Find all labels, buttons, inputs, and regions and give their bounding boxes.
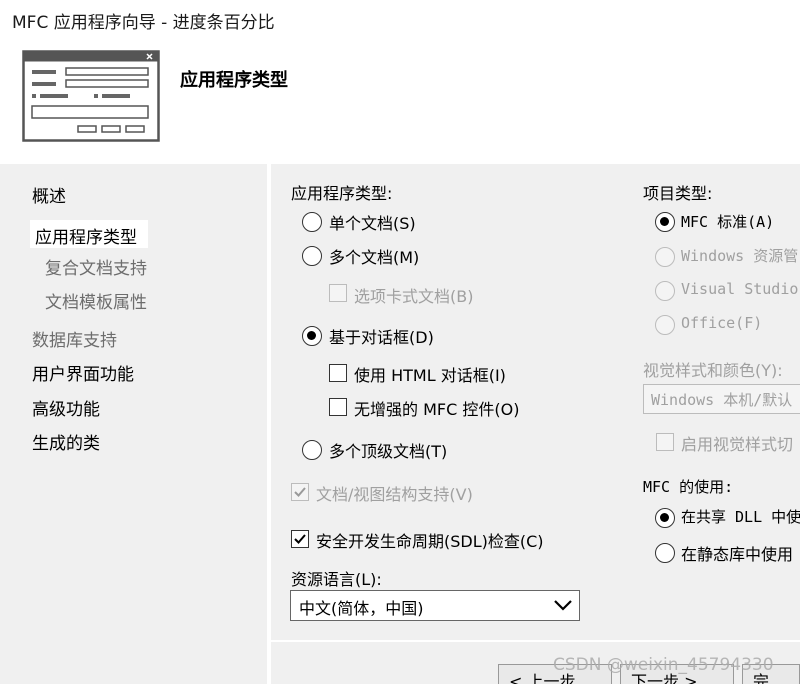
use-html-dialog-checkbox[interactable] (329, 364, 347, 382)
watermark: CSDN @weixin_45794330 (553, 655, 774, 675)
doc-view-checkbox[interactable] (291, 483, 309, 501)
app-type-label: 应用程序类型: (291, 184, 393, 203)
multi-top-level-radio[interactable] (302, 440, 322, 460)
windows-explorer-radio[interactable] (655, 247, 675, 267)
dialog-based-radio[interactable] (302, 326, 322, 346)
no-enhanced-mfc-label[interactable]: 无增强的 MFC 控件(O) (354, 396, 519, 420)
tabbed-docs-label[interactable]: 选项卡式文档(B) (354, 283, 473, 307)
mfc-use-label: MFC 的使用: (643, 478, 734, 496)
nav-item-advanced[interactable]: 高级功能 (32, 395, 100, 420)
single-doc-label[interactable]: 单个文档(S) (329, 210, 416, 234)
dialog-based-label[interactable]: 基于对话框(D) (329, 324, 434, 348)
multi-top-level-label[interactable]: 多个顶级文档(T) (329, 438, 447, 462)
single-doc-radio[interactable] (302, 212, 322, 232)
visual-studio-radio[interactable] (655, 281, 675, 301)
sdl-label[interactable]: 安全开发生命周期(SDL)检查(C) (316, 528, 544, 552)
sdl-checkbox[interactable] (291, 530, 309, 548)
mfc-standard-label[interactable]: MFC 标准(A) (681, 211, 774, 232)
use-html-dialog-label[interactable]: 使用 HTML 对话框(I) (354, 362, 506, 386)
nav-item-ui-features[interactable]: 用户界面功能 (32, 360, 134, 385)
windows-explorer-label[interactable]: Windows 资源管 (681, 245, 798, 266)
nav-item-database[interactable]: 数据库支持 (32, 326, 117, 351)
footer-separator (271, 640, 800, 642)
multi-doc-label[interactable]: 多个文档(M) (329, 244, 419, 268)
nav-item-compound-doc[interactable]: 复合文档支持 (45, 254, 147, 279)
shared-dll-label[interactable]: 在共享 DLL 中使 (681, 506, 800, 527)
mfc-standard-radio[interactable] (655, 212, 675, 232)
window-title: MFC 应用程序向导 - 进度条百分比 (12, 13, 275, 33)
resource-lang-label: 资源语言(L): (291, 570, 382, 589)
resource-lang-select[interactable]: 中文(简体，中国) (290, 590, 580, 621)
doc-view-label[interactable]: 文档/视图结构支持(V) (316, 481, 473, 505)
checkmark-icon (294, 534, 306, 544)
office-radio[interactable] (655, 315, 675, 335)
visual-style-select[interactable]: Windows 本机/默认 (643, 384, 800, 414)
enable-style-switch-label[interactable]: 启用视觉样式切 (681, 431, 793, 455)
visual-style-label: 视觉样式和颜色(Y): (643, 361, 783, 380)
page-title: 应用程序类型 (180, 70, 288, 91)
visual-studio-label[interactable]: Visual Studio (681, 280, 798, 298)
enable-style-switch-checkbox[interactable] (656, 433, 674, 451)
resource-lang-value: 中文(简体，中国) (299, 599, 424, 618)
office-label[interactable]: Office(F) (681, 314, 762, 332)
project-type-label: 项目类型: (643, 184, 713, 203)
no-enhanced-mfc-checkbox[interactable] (329, 398, 347, 416)
nav-item-doc-template[interactable]: 文档模板属性 (45, 288, 147, 313)
checkmark-icon (294, 487, 306, 497)
shared-dll-radio[interactable] (655, 508, 675, 528)
static-lib-label[interactable]: 在静态库中使用 (681, 541, 793, 565)
nav-item-overview[interactable]: 概述 (32, 182, 66, 207)
tabbed-docs-checkbox[interactable] (329, 284, 347, 302)
dialog-wizard-icon (22, 50, 160, 146)
nav-item-generated-classes[interactable]: 生成的类 (32, 429, 100, 454)
chevron-down-icon (554, 600, 572, 611)
nav-item-application-type[interactable]: 应用程序类型 (35, 223, 137, 248)
multi-doc-radio[interactable] (302, 246, 322, 266)
static-lib-radio[interactable] (655, 543, 675, 563)
